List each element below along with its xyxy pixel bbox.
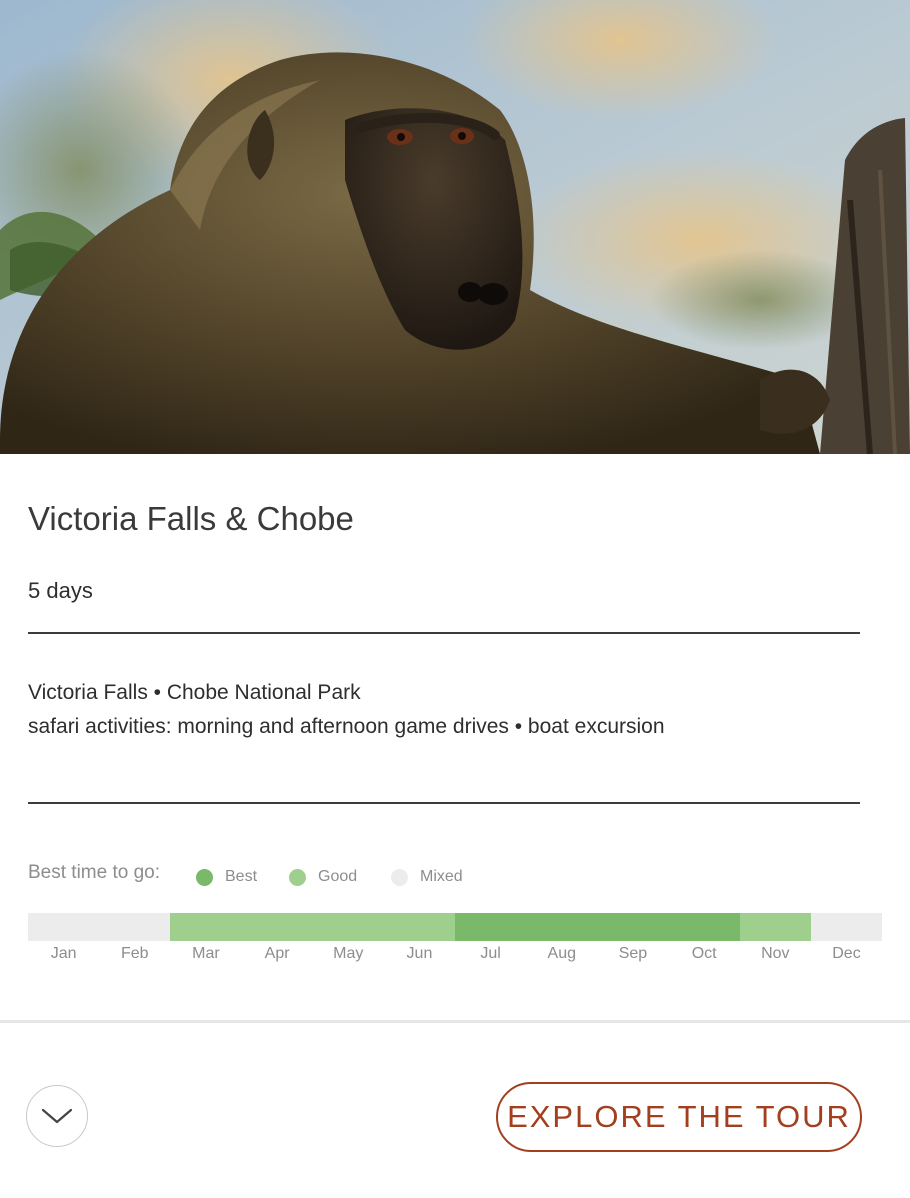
legend-best-label: Best: [225, 868, 258, 885]
month-label: Feb: [120, 945, 149, 962]
legend-best: Best: [196, 866, 257, 888]
divider-line: [28, 802, 860, 804]
month-label: Nov: [761, 945, 790, 962]
month-cell-may: [312, 913, 384, 941]
month-cell-jun: [383, 913, 456, 941]
month-cell-oct: [668, 913, 740, 941]
month-rating-bar: [28, 913, 883, 941]
legend-mixed: Mixed: [391, 866, 463, 888]
month-cell-dec: [810, 913, 883, 941]
tour-duration: 5 days: [28, 578, 93, 603]
month-cell-sep: [597, 913, 669, 941]
explore-tour-button[interactable]: EXPLORE THE TOUR: [496, 1082, 862, 1152]
month-label: Dec: [832, 945, 861, 962]
month-cell-nov: [739, 913, 811, 941]
legend-mixed-dot: [391, 868, 408, 886]
legend-mixed-label: Mixed: [420, 868, 463, 885]
hero-image: [0, 0, 910, 454]
month-cell-apr: [241, 913, 313, 941]
legend-good-dot: [289, 868, 306, 886]
divider-line: [28, 632, 860, 634]
month-cell-mar: [170, 913, 242, 941]
expand-button[interactable]: [26, 1085, 88, 1147]
month-label: Oct: [691, 945, 717, 962]
tour-title: Victoria Falls & Chobe: [28, 500, 354, 537]
month-cell-feb: [99, 913, 171, 941]
month-cell-aug: [526, 913, 598, 941]
best-time-legend: Best time to go: Best Good Mixed: [28, 862, 888, 892]
baboon-photo: [0, 0, 910, 454]
month-label: Jun: [406, 945, 433, 962]
tour-activities: safari activities: morning and afternoon…: [28, 715, 665, 738]
tour-destinations: Victoria Falls • Chobe National Park: [28, 681, 361, 704]
chevron-down-icon: [41, 1108, 73, 1124]
best-time-label: Best time to go:: [28, 862, 161, 883]
legend-good-label: Good: [318, 868, 358, 885]
month-cell-jan: [28, 913, 100, 941]
month-label: Jan: [50, 945, 77, 962]
month-labels: Jan Feb Mar Apr May Jun Jul Aug Sep Oct …: [28, 945, 882, 963]
month-label: Sep: [618, 945, 648, 962]
legend-good: Good: [289, 866, 357, 888]
month-label: Mar: [192, 945, 220, 962]
legend-best-dot: [196, 868, 213, 886]
footer-divider: [0, 1020, 910, 1023]
month-label: Aug: [547, 945, 577, 962]
month-label: Apr: [264, 945, 290, 962]
month-label: May: [333, 945, 364, 962]
month-label: Jul: [480, 945, 501, 962]
month-cell-jul: [455, 913, 527, 941]
